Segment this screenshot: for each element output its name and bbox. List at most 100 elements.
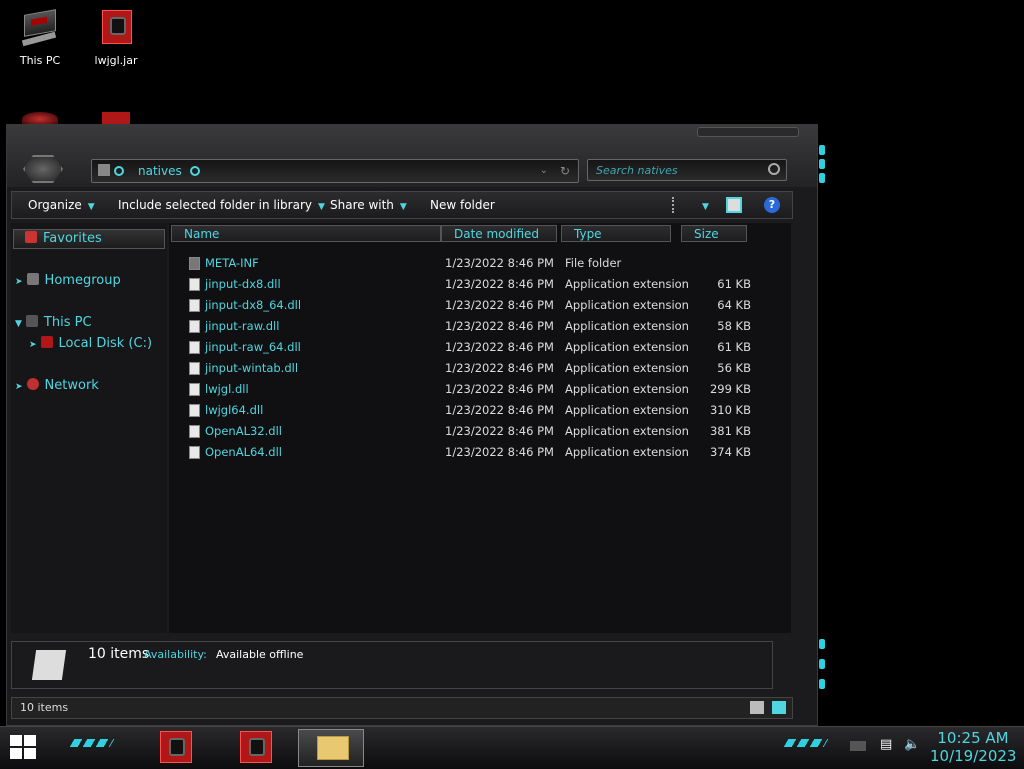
file-date: 1/23/2022 8:46 PM <box>445 340 554 354</box>
include-in-library-button[interactable]: Include selected folder in library ▼ <box>118 192 325 218</box>
file-row[interactable]: jinput-dx8_64.dll 1/23/2022 8:46 PM Applic… <box>169 295 791 316</box>
file-date: 1/23/2022 8:46 PM <box>445 382 554 396</box>
action-center-icon[interactable] <box>850 741 866 751</box>
dll-file-icon <box>189 383 200 396</box>
taskbar-app-file-explorer[interactable] <box>298 729 364 767</box>
nav-label: This PC <box>43 315 92 330</box>
file-type: Application extension <box>565 403 689 417</box>
include-library-label: Include selected folder in library <box>118 198 312 212</box>
view-dropdown-button[interactable]: ▼ <box>696 192 709 218</box>
availability-value: Available offline <box>216 648 304 661</box>
dll-file-icon <box>189 320 200 333</box>
breadcrumb-separator-icon[interactable] <box>190 166 200 176</box>
jar-file-icon <box>96 10 136 50</box>
desktop-icon-this-pc[interactable]: This PC <box>8 0 72 67</box>
file-name: OpenAL64.dll <box>205 445 282 459</box>
taskbar-app-java[interactable] <box>240 731 272 763</box>
file-row[interactable]: META-INF 1/23/2022 8:46 PM File folder <box>169 253 791 274</box>
share-with-label: Share with <box>330 198 394 212</box>
large-icons-view-icon[interactable] <box>772 701 786 714</box>
help-icon[interactable]: ? <box>764 197 780 213</box>
nav-item-homegroup[interactable]: ➤ Homegroup <box>15 272 121 290</box>
file-date: 1/23/2022 8:46 PM <box>445 403 554 417</box>
organize-button[interactable]: Organize ▼ <box>28 192 95 218</box>
collapse-arrow-icon[interactable]: ▼ <box>15 319 22 329</box>
share-with-button[interactable]: Share with ▼ <box>330 192 407 218</box>
clock-time: 10:25 AM <box>937 729 1009 747</box>
nav-label: Network <box>44 378 99 393</box>
nav-item-favorites[interactable]: Favorites <box>25 230 102 248</box>
organize-label: Organize <box>28 198 82 212</box>
file-row[interactable]: jinput-wintab.dll 1/23/2022 8:46 PM Applic… <box>169 358 791 379</box>
breadcrumb-separator-icon <box>114 166 124 176</box>
file-size: 381 KB <box>709 424 751 438</box>
computer-icon <box>20 9 60 50</box>
file-row[interactable]: lwjgl64.dll 1/23/2022 8:46 PM Application … <box>169 400 791 421</box>
jar-file-icon <box>102 112 130 124</box>
start-button[interactable] <box>10 735 38 761</box>
file-date: 1/23/2022 8:46 PM <box>445 277 554 291</box>
expand-arrow-icon[interactable]: ➤ <box>29 340 37 350</box>
file-row[interactable]: jinput-raw_64.dll 1/23/2022 8:46 PM Applic… <box>169 337 791 358</box>
search-input[interactable]: Search natives <box>587 159 787 181</box>
file-date: 1/23/2022 8:46 PM <box>445 319 554 333</box>
column-header-size[interactable]: Size <box>681 225 747 242</box>
navigation-pane: Favorites ➤ Homegroup ▼ This PC ➤ Local Dis… <box>11 223 167 633</box>
file-name: lwjgl64.dll <box>205 403 264 417</box>
file-type: Application extension <box>565 445 689 459</box>
file-size: 61 KB <box>717 340 751 354</box>
chevron-down-icon[interactable]: ⌄ <box>540 160 548 182</box>
search-icon[interactable] <box>768 163 780 175</box>
address-bar[interactable]: natives ⌄ ↻ <box>91 159 579 183</box>
status-bar: 10 items <box>11 697 793 719</box>
dll-file-icon <box>189 362 200 375</box>
details-view-icon[interactable] <box>750 701 764 714</box>
system-clock[interactable]: 10:25 AM 10/19/2023 <box>930 729 1016 765</box>
file-row[interactable]: jinput-raw.dll 1/23/2022 8:46 PM Applicati… <box>169 316 791 337</box>
nav-label: Homegroup <box>44 273 121 288</box>
preview-pane-icon[interactable] <box>726 197 742 213</box>
new-folder-button[interactable]: New folder <box>430 192 495 218</box>
file-size: 64 KB <box>717 298 751 312</box>
file-type: Application extension <box>565 424 689 438</box>
star-icon <box>25 231 37 243</box>
nav-item-this-pc[interactable]: ▼ This PC <box>15 314 92 332</box>
expand-arrow-icon[interactable]: ➤ <box>15 277 23 287</box>
expand-arrow-icon[interactable]: ➤ <box>15 382 23 392</box>
nav-item-local-disk[interactable]: ➤ Local Disk (C:) <box>29 335 152 353</box>
view-options-icon[interactable] <box>672 197 690 213</box>
folder-thumbnail-icon <box>31 650 67 680</box>
file-row[interactable]: lwjgl.dll 1/23/2022 8:46 PM Application ex… <box>169 379 791 400</box>
column-header-type[interactable]: Type <box>561 225 671 242</box>
file-name: jinput-dx8.dll <box>205 277 281 291</box>
column-header-date-modified[interactable]: Date modified <box>441 225 557 242</box>
drive-icon <box>40 336 53 348</box>
nav-item-network[interactable]: ➤ Network <box>15 377 99 395</box>
file-row[interactable]: jinput-dx8.dll 1/23/2022 8:46 PM Applicati… <box>169 274 791 295</box>
file-size: 374 KB <box>709 445 751 459</box>
file-type: Application extension <box>565 298 689 312</box>
breadcrumb-current[interactable]: natives <box>138 160 182 182</box>
taskbar-app-java[interactable] <box>160 731 192 763</box>
desktop-icon-label: This PC <box>19 54 61 67</box>
details-pane: 10 items Availability: Available offline <box>11 641 773 689</box>
dll-file-icon <box>189 299 200 312</box>
file-row[interactable]: OpenAL32.dll 1/23/2022 8:46 PM Application… <box>169 421 791 442</box>
window-frame-accent <box>817 139 827 699</box>
file-name: lwjgl.dll <box>205 382 249 396</box>
chevron-down-icon: ▼ <box>317 202 325 212</box>
file-row[interactable]: OpenAL64.dll 1/23/2022 8:46 PM Application… <box>169 442 791 463</box>
network-tray-icon[interactable]: ▤ <box>880 737 892 752</box>
file-type: Application extension <box>565 340 689 354</box>
column-header-name[interactable]: Name <box>171 225 441 242</box>
desktop-icon-lwjgl-jar[interactable]: lwjgl.jar <box>84 0 148 67</box>
windows-logo-icon <box>10 735 22 746</box>
file-name: OpenAL32.dll <box>205 424 282 438</box>
file-rows: META-INF 1/23/2022 8:46 PM File folder jin… <box>169 253 791 463</box>
volume-icon[interactable]: 🔈 <box>904 737 920 752</box>
chevron-down-icon: ▼ <box>399 202 407 212</box>
computer-icon <box>25 315 38 327</box>
homegroup-icon <box>26 273 39 285</box>
refresh-icon[interactable]: ↻ <box>560 160 570 182</box>
taskbar-accent <box>783 739 829 747</box>
